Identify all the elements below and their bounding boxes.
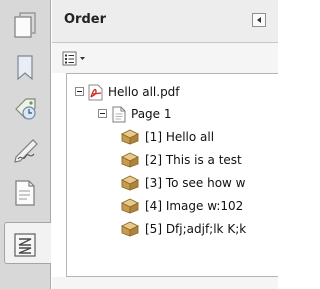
signatures-button[interactable] [5,130,45,172]
content-button[interactable] [5,172,45,214]
pages-button[interactable] [5,4,45,46]
panel-header: Order [52,0,278,43]
tag-box-icon [121,198,139,214]
panel-title: Order [64,12,106,27]
navigation-sidebar [0,0,51,289]
order-icon [14,233,36,257]
order-panel-window: Order Hello all.pdf Page 1 [1] Hello all… [0,0,278,289]
options-menu-button[interactable] [62,51,90,67]
options-menu-icon [62,51,85,66]
pdf-file-icon [88,84,103,101]
tree-item-label: [5] Dfj;adjf;lk K;k [145,222,247,236]
panel-toolbar [52,43,278,73]
tree-item-label: [4] Image w:102 [145,199,244,213]
tag-box-icon [121,221,139,237]
tree-root-label: Hello all.pdf [108,85,180,99]
collapse-panel-button[interactable] [252,13,266,27]
bookmarks-button[interactable] [5,46,45,88]
attachments-icon [15,98,36,120]
bookmark-icon [17,55,33,81]
tree-item-2[interactable]: [2] This is a test [121,150,278,172]
tree-root-row[interactable]: Hello all.pdf [75,82,275,104]
pages-icon [14,12,36,38]
order-panel: Order Hello all.pdf Page 1 [1] Hello all… [52,0,278,289]
tree-item-label: [3] To see how w [145,176,246,190]
tree-page-label: Page 1 [131,107,172,121]
tree-item-1[interactable]: [1] Hello all [121,127,278,149]
signatures-icon [14,139,38,163]
tree-page-row[interactable]: Page 1 [98,104,268,126]
tag-box-icon [121,129,139,145]
order-tree: Hello all.pdf Page 1 [1] Hello all [2] T… [66,73,278,277]
tree-item-3[interactable]: [3] To see how w [121,173,278,195]
collapse-toggle[interactable] [98,109,107,118]
tree-item-4[interactable]: [4] Image w:102 [121,196,278,218]
tree-item-label: [1] Hello all [145,130,215,144]
page-icon [112,106,126,123]
tree-item-label: [2] This is a test [145,153,242,167]
tree-item-5[interactable]: [5] Dfj;adjf;lk K;k [121,219,278,241]
tag-box-icon [121,152,139,168]
collapse-toggle[interactable] [75,87,84,96]
order-button[interactable] [4,222,51,264]
panel-bottom-strip [52,277,278,289]
content-icon [15,180,35,206]
tag-box-icon [121,175,139,191]
attachments-button[interactable] [5,88,45,130]
